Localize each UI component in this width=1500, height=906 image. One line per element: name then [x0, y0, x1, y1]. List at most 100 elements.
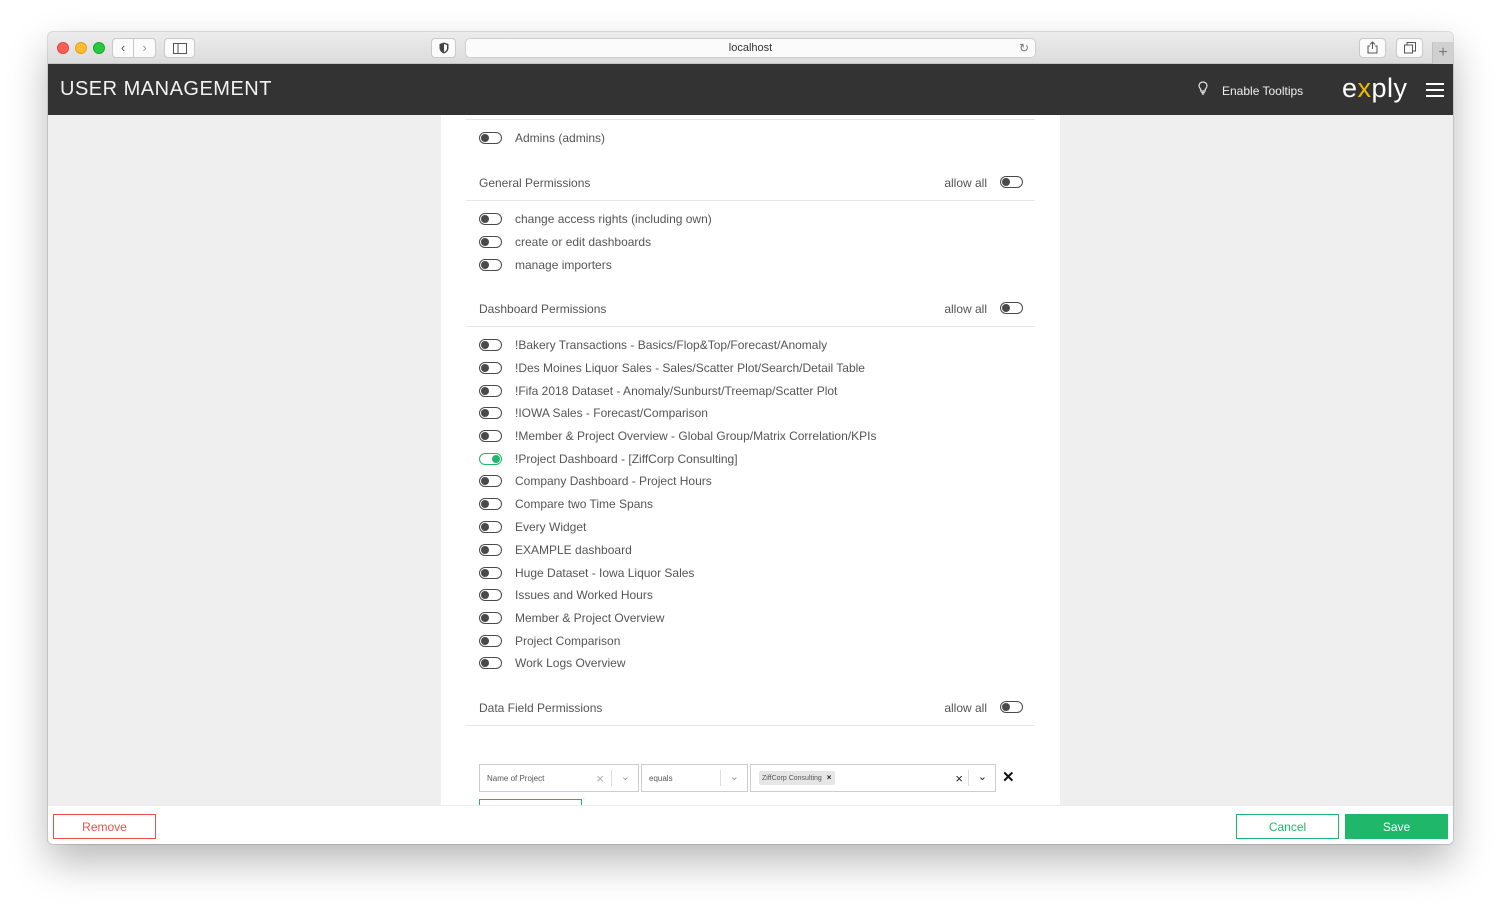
reload-icon[interactable]: ↻: [1019, 39, 1029, 57]
data-field-permissions-header: Data Field Permissions allow all: [479, 697, 1035, 721]
permission-row[interactable]: manage importers: [479, 255, 612, 275]
share-icon: [1367, 41, 1378, 54]
toggle-switch[interactable]: [479, 498, 502, 510]
toggle-switch[interactable]: [479, 589, 502, 601]
shield-icon: [439, 42, 448, 54]
close-window-button[interactable]: [57, 42, 69, 54]
dashboard-label: EXAMPLE dashboard: [515, 543, 632, 557]
back-button[interactable]: ‹: [112, 38, 134, 58]
privacy-button[interactable]: [431, 38, 456, 58]
share-button[interactable]: [1359, 38, 1386, 58]
toggle-switch[interactable]: [479, 236, 502, 248]
dashboard-row[interactable]: Project Comparison: [479, 631, 620, 651]
toggle-switch[interactable]: [479, 213, 502, 225]
toggle-switch[interactable]: [479, 385, 502, 397]
toggle-switch[interactable]: [479, 635, 502, 647]
permissions-panel: Admins (admins) General Permissions allo…: [441, 115, 1060, 824]
sidebar-toggle-button[interactable]: [164, 38, 195, 58]
filter-field-select[interactable]: Name of Project × ⌄: [479, 764, 639, 792]
lightbulb-icon: [1198, 81, 1214, 98]
toggle-switch[interactable]: [479, 657, 502, 669]
allow-all-toggle[interactable]: [1000, 302, 1023, 314]
dashboard-row[interactable]: EXAMPLE dashboard: [479, 540, 632, 560]
toggle-switch[interactable]: [479, 475, 502, 487]
dashboard-row[interactable]: Every Widget: [479, 517, 586, 537]
toggle-switch[interactable]: [479, 567, 502, 579]
toggle-switch[interactable]: [479, 407, 502, 419]
dashboard-label: Work Logs Overview: [515, 656, 626, 670]
chevron-left-icon: ‹: [120, 40, 126, 55]
logo-part: ply: [1371, 73, 1408, 103]
show-tabs-button[interactable]: [1396, 38, 1423, 58]
dashboard-label: !Member & Project Overview - Global Grou…: [515, 429, 877, 443]
toggle-switch[interactable]: [479, 339, 502, 351]
section-title: Data Field Permissions: [479, 701, 603, 715]
divider: [466, 725, 1035, 726]
enable-tooltips-button[interactable]: Enable Tooltips: [1198, 81, 1303, 98]
remove-filter-icon[interactable]: ✕: [1002, 768, 1015, 786]
dashboard-row[interactable]: Issues and Worked Hours: [479, 585, 653, 605]
dashboard-row[interactable]: !Member & Project Overview - Global Grou…: [479, 426, 876, 446]
cancel-button[interactable]: Cancel: [1236, 814, 1339, 839]
dashboard-row[interactable]: !Des Moines Liquor Sales - Sales/Scatter…: [479, 358, 865, 378]
url-text: localhost: [728, 42, 773, 54]
filter-field-value: Name of Project: [487, 774, 545, 783]
permission-label: manage importers: [515, 258, 612, 272]
save-button[interactable]: Save: [1345, 814, 1448, 839]
filter-operator-value: equals: [649, 774, 673, 783]
minimize-window-button[interactable]: [75, 42, 87, 54]
dashboard-row[interactable]: !IOWA Sales - Forecast/Comparison: [479, 403, 708, 423]
dashboard-row[interactable]: Work Logs Overview: [479, 653, 625, 673]
exply-logo: exply: [1342, 73, 1408, 104]
clear-icon[interactable]: ×: [596, 771, 604, 786]
permission-row[interactable]: change access rights (including own): [479, 209, 712, 229]
toggle-switch[interactable]: [479, 132, 502, 144]
remove-button[interactable]: Remove: [53, 814, 156, 839]
dashboard-row[interactable]: !Bakery Transactions - Basics/Flop&Top/F…: [479, 335, 827, 355]
dashboard-row[interactable]: Member & Project Overview: [479, 608, 664, 628]
dashboard-label: !Des Moines Liquor Sales - Sales/Scatter…: [515, 361, 865, 375]
enable-tooltips-label: Enable Tooltips: [1222, 84, 1304, 98]
allow-all-label: allow all: [944, 302, 987, 316]
section-title: General Permissions: [479, 176, 591, 190]
permission-label: change access rights (including own): [515, 212, 712, 226]
new-tab-button[interactable]: +: [1432, 42, 1453, 64]
chevron-down-icon[interactable]: ⌄: [978, 770, 987, 783]
app-header: USER MANAGEMENT Enable Tooltips exply: [48, 64, 1453, 115]
toggle-switch[interactable]: [479, 612, 502, 624]
plus-icon: +: [1438, 44, 1448, 61]
allow-all-toggle[interactable]: [1000, 176, 1023, 188]
sidebar-icon: [172, 43, 187, 54]
dashboard-label: Member & Project Overview: [515, 611, 665, 625]
forward-button[interactable]: ›: [134, 38, 156, 58]
group-row-admins[interactable]: Admins (admins): [479, 128, 605, 148]
clear-icon[interactable]: ×: [955, 771, 963, 786]
divider: [720, 770, 721, 786]
toggle-switch[interactable]: [479, 259, 502, 271]
dashboard-label: !Project Dashboard - [ZiffCorp Consultin…: [515, 452, 738, 466]
chevron-down-icon[interactable]: ⌄: [621, 770, 630, 783]
remove-tag-icon[interactable]: ×: [827, 773, 832, 782]
page-title: USER MANAGEMENT: [60, 78, 272, 100]
toggle-switch[interactable]: [479, 544, 502, 556]
toggle-switch[interactable]: [479, 362, 502, 374]
dashboard-row[interactable]: Company Dashboard - Project Hours: [479, 471, 712, 491]
section-title: Dashboard Permissions: [479, 302, 607, 316]
dashboard-row[interactable]: Compare two Time Spans: [479, 494, 653, 514]
filter-operator-select[interactable]: equals ⌄: [641, 764, 748, 792]
tabs-icon: [1403, 42, 1416, 54]
logo-part: e: [1342, 73, 1358, 103]
address-bar[interactable]: localhost ↻: [465, 38, 1036, 58]
hamburger-menu-icon[interactable]: [1426, 83, 1444, 97]
zoom-window-button[interactable]: [93, 42, 105, 54]
chevron-down-icon[interactable]: ⌄: [730, 770, 739, 783]
permission-row[interactable]: create or edit dashboards: [479, 232, 651, 252]
filter-value-select[interactable]: ZiffCorp Consulting × × ⌄: [750, 764, 996, 792]
dashboard-row[interactable]: !Project Dashboard - [ZiffCorp Consultin…: [479, 449, 738, 469]
toggle-switch-on[interactable]: [479, 453, 502, 465]
allow-all-toggle[interactable]: [1000, 701, 1023, 713]
dashboard-row[interactable]: !Fifa 2018 Dataset - Anomaly/Sunburst/Tr…: [479, 381, 837, 401]
toggle-switch[interactable]: [479, 521, 502, 533]
dashboard-row[interactable]: Huge Dataset - Iowa Liquor Sales: [479, 563, 694, 583]
toggle-switch[interactable]: [479, 430, 502, 442]
